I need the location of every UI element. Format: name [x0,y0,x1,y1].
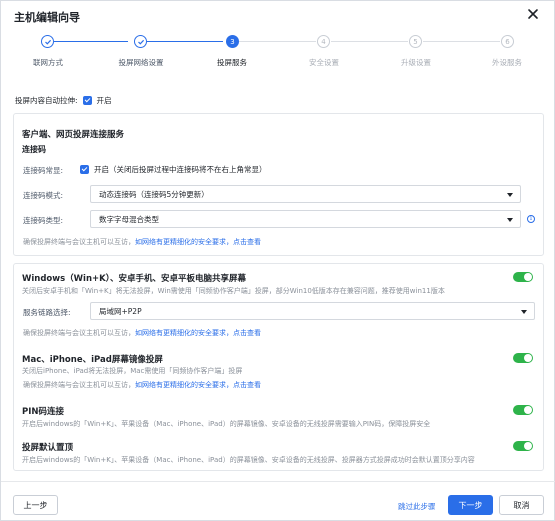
default-top-toggle[interactable] [513,441,533,451]
default-top-desc: 开启后windows的「Win+K」、苹果设备（Mac、iPhone、iPad）… [22,456,475,464]
code-always-on-row: 开启（关闭后投屏过程中连接码将不在右上角常显） [80,164,267,175]
step-connector [331,41,408,42]
code-type-value: 数字字母混合类型 [99,214,159,224]
step-1-label: 联网方式 [33,58,63,67]
auto-stretch-checkbox[interactable] [82,96,92,105]
client-connection-card: 客户端、网页投屏连接服务 连接码 连接码常显: 开启（关闭后投屏过程中连接码将不… [13,113,544,256]
connection-code-subtitle: 连接码 [22,145,46,154]
wizard-stepper: 联网方式 投屏网络设置 3 投屏服务 4 安全设置 5 升级设置 6 外设服务 [1,35,555,75]
dialog-title: 主机编辑向导 [14,11,80,24]
client-card-title: 客户端、网页投屏连接服务 [22,130,125,140]
step-3-number: 3 [226,35,239,48]
code-type-select[interactable]: 数字字母混合类型 [90,210,521,228]
step-6-number: 6 [501,35,514,48]
windows-share-title: Windows（Win+K）、安卓手机、安卓平板电脑共享屏幕 [22,274,246,284]
step-6-label: 外设服务 [492,58,522,67]
mac-mirror-desc: 关闭后iPhone、iPad将无法投屏，Mac需使用「同频协作客户端」投屏 [22,367,243,375]
mac-mirror-security-link[interactable]: 如网络有更精细化的安全要求，点击查看 [135,381,261,389]
client-card-security-link[interactable]: 如网络有更精细化的安全要求，点击查看 [135,238,261,246]
code-mode-select[interactable]: 动态连接码（连接码5分钟更新） [90,185,521,203]
step-4-number: 4 [317,35,330,48]
code-always-on-checkbox[interactable] [80,165,89,174]
chevron-down-icon [507,193,513,197]
cancel-button[interactable]: 取消 [499,495,544,515]
mac-mirror-note-text: 确保投屏终端与会议主机可以互访， [23,381,135,389]
step-4-label: 安全设置 [309,58,339,67]
code-type-label: 连接码类型: [23,216,64,225]
default-top-title: 投屏默认置顶 [22,443,74,453]
mac-mirror-note: 确保投屏终端与会议主机可以互访，如网络有更精细化的安全要求，点击查看 [23,380,261,390]
windows-share-desc: 关闭后安卓手机和「Win+K」将无法投屏，Win需使用「同频协作客户端」投屏，部… [22,287,445,295]
code-always-on-label: 连接码常显: [23,166,64,175]
mac-mirror-title: Mac、iPhone、iPad屏幕镜像投屏 [22,355,163,365]
windows-share-note: 确保投屏终端与会议主机可以互访，如网络有更精细化的安全要求，点击查看 [23,328,261,338]
service-link-select[interactable]: 局域网+P2P [90,302,535,320]
dialog-footer: 上一步 跳过此步骤 下一步 取消 [1,481,555,521]
skip-step-link[interactable]: 跳过此步骤 [398,501,436,512]
host-edit-wizard-dialog: 主机编辑向导 联网方式 投屏网络设置 3 投屏服务 4 安全设置 5 升级设置 … [0,0,555,521]
step-1-check-icon [41,35,54,48]
auto-stretch-label: 投屏内容自动拉伸: [15,96,78,105]
client-card-note-text: 确保投屏终端与会议主机可以互访， [23,238,135,246]
pin-connect-title: PIN码连接 [22,407,65,417]
step-connector [423,41,500,42]
step-2-check-icon [134,35,147,48]
step-2-label: 投屏网络设置 [118,58,164,67]
windows-share-security-link[interactable]: 如网络有更精细化的安全要求，点击查看 [135,329,261,337]
info-icon[interactable]: i [527,215,535,223]
pin-connect-toggle[interactable] [513,405,533,415]
step-5-number: 5 [409,35,422,48]
service-link-label: 服务链路选择: [23,308,71,317]
screen-share-services-card: Windows（Win+K）、安卓手机、安卓平板电脑共享屏幕 关闭后安卓手机和「… [13,263,544,471]
step-3-label: 投屏服务 [217,58,247,67]
windows-share-note-text: 确保投屏终端与会议主机可以互访， [23,329,135,337]
auto-stretch-checkbox-label: 开启 [96,96,112,105]
code-mode-label: 连接码模式: [23,191,64,200]
auto-stretch-row: 投屏内容自动拉伸: 开启 [15,95,112,106]
prev-step-button[interactable]: 上一步 [13,495,58,515]
code-mode-value: 动态连接码（连接码5分钟更新） [99,189,209,199]
step-5-label: 升级设置 [401,58,431,67]
client-card-note: 确保投屏终端与会议主机可以互访，如网络有更精细化的安全要求，点击查看 [23,237,261,247]
step-connector [54,41,128,42]
code-always-on-checkbox-label: 开启（关闭后投屏过程中连接码将不在右上角常显） [94,165,267,174]
step-connector [239,41,316,42]
chevron-down-icon [521,310,527,314]
chevron-down-icon [507,218,513,222]
service-link-value: 局域网+P2P [99,306,142,316]
mac-mirror-toggle[interactable] [513,353,533,363]
close-icon[interactable] [526,7,540,21]
windows-share-toggle[interactable] [513,272,533,282]
step-connector [147,41,223,42]
next-step-button[interactable]: 下一步 [448,495,493,515]
pin-connect-desc: 开启后windows的「Win+K」、苹果设备（Mac、iPhone、iPad）… [22,420,431,428]
